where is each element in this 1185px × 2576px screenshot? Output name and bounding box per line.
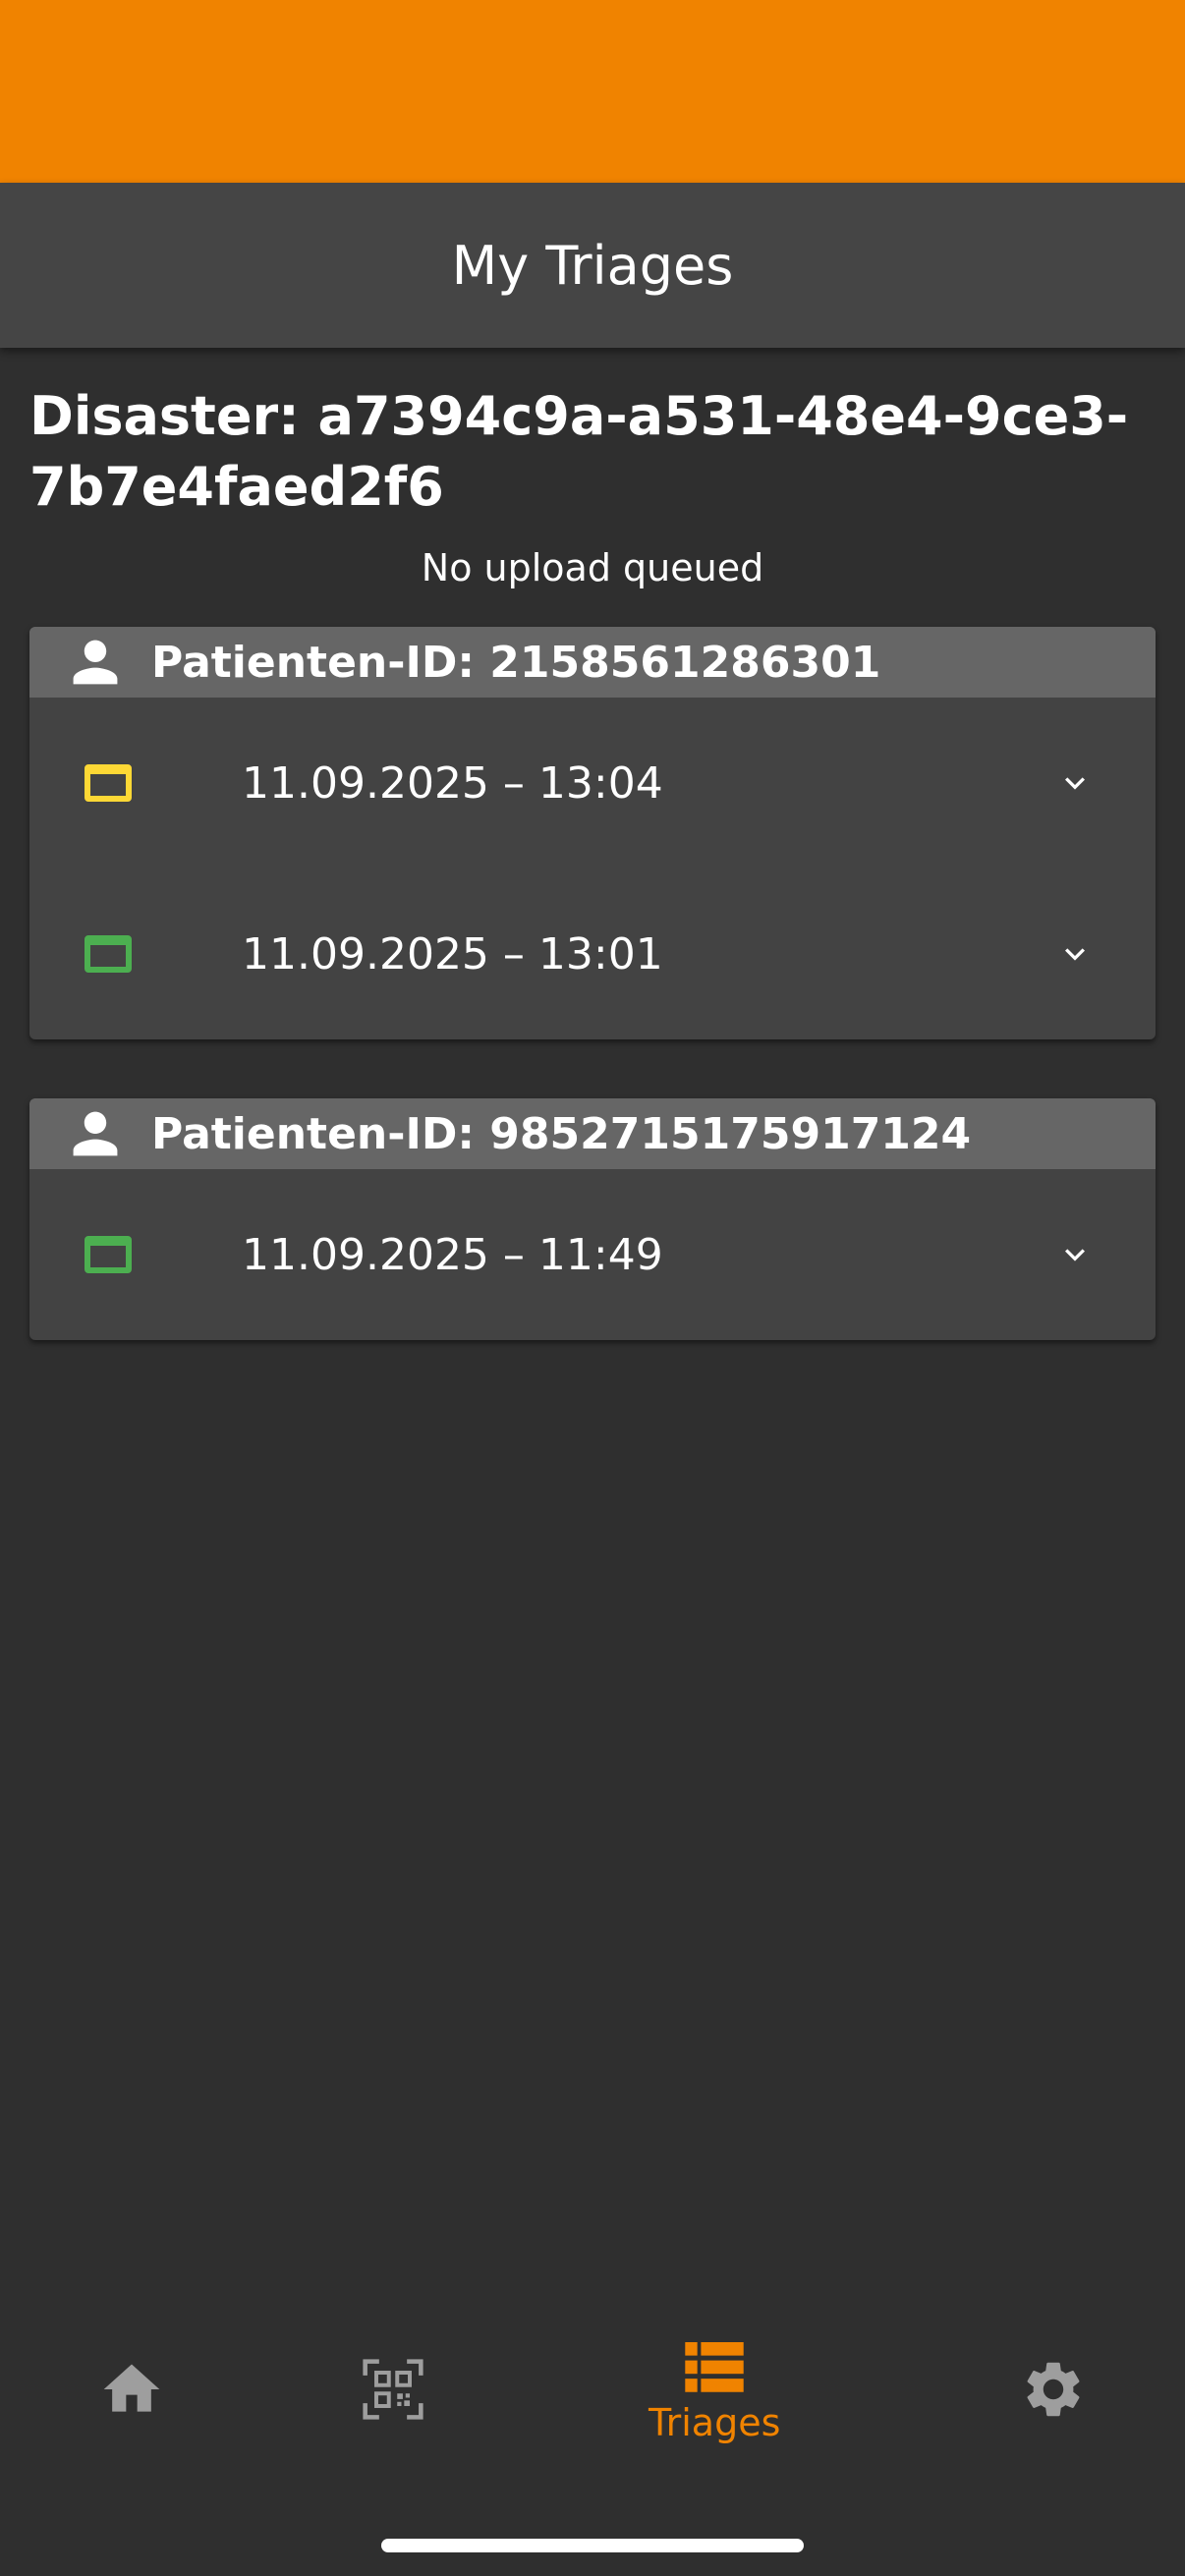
page-title: My Triages xyxy=(451,234,734,297)
patient-id: Patienten-ID: 2158561286301 xyxy=(151,637,881,688)
nav-scan[interactable] xyxy=(360,2356,426,2427)
list-icon xyxy=(685,2342,744,2397)
patient-id: Patienten-ID: 9852715175917124 xyxy=(151,1108,972,1159)
home-icon xyxy=(98,2356,165,2427)
patient-card-header: Patienten-ID: 9852715175917124 xyxy=(29,1098,1156,1169)
triage-row[interactable]: 11.09.2025 – 13:01 xyxy=(29,868,1156,1039)
patient-card-header: Patienten-ID: 2158561286301 xyxy=(29,627,1156,698)
chevron-down-icon[interactable] xyxy=(1055,1235,1095,1274)
patient-card: Patienten-ID: 2158561286301 11.09.2025 –… xyxy=(29,627,1156,1039)
app-bar: My Triages xyxy=(0,183,1185,348)
triage-row[interactable]: 11.09.2025 – 13:04 xyxy=(29,698,1156,868)
nav-triages[interactable]: Triages xyxy=(649,2342,780,2444)
home-indicator[interactable] xyxy=(381,2539,804,2552)
chevron-down-icon[interactable] xyxy=(1055,763,1095,803)
nav-home[interactable] xyxy=(98,2356,165,2427)
chevron-down-icon[interactable] xyxy=(1055,934,1095,974)
status-bar xyxy=(0,0,1185,183)
triage-date: 11.09.2025 – 13:01 xyxy=(242,928,663,980)
person-icon xyxy=(65,1103,126,1164)
triage-date: 11.09.2025 – 11:49 xyxy=(242,1229,663,1280)
triage-category-yellow-icon xyxy=(85,764,132,802)
bottom-navigation: Triages xyxy=(0,2309,1185,2486)
upload-status: No upload queued xyxy=(421,546,764,589)
disaster-title: Disaster: a7394c9a-a531-48e4-9ce3-7b7e4f… xyxy=(29,385,1129,518)
triage-category-green-icon xyxy=(85,1236,132,1273)
patient-card: Patienten-ID: 9852715175917124 11.09.202… xyxy=(29,1098,1156,1340)
triage-row[interactable]: 11.09.2025 – 11:49 xyxy=(29,1169,1156,1340)
person-icon xyxy=(65,632,126,693)
qr-code-icon xyxy=(360,2356,426,2427)
triage-category-green-icon xyxy=(85,935,132,973)
triage-date: 11.09.2025 – 13:04 xyxy=(242,757,663,809)
nav-triages-label: Triages xyxy=(649,2401,781,2444)
nav-settings[interactable] xyxy=(1020,2356,1087,2427)
gear-icon xyxy=(1020,2356,1087,2427)
